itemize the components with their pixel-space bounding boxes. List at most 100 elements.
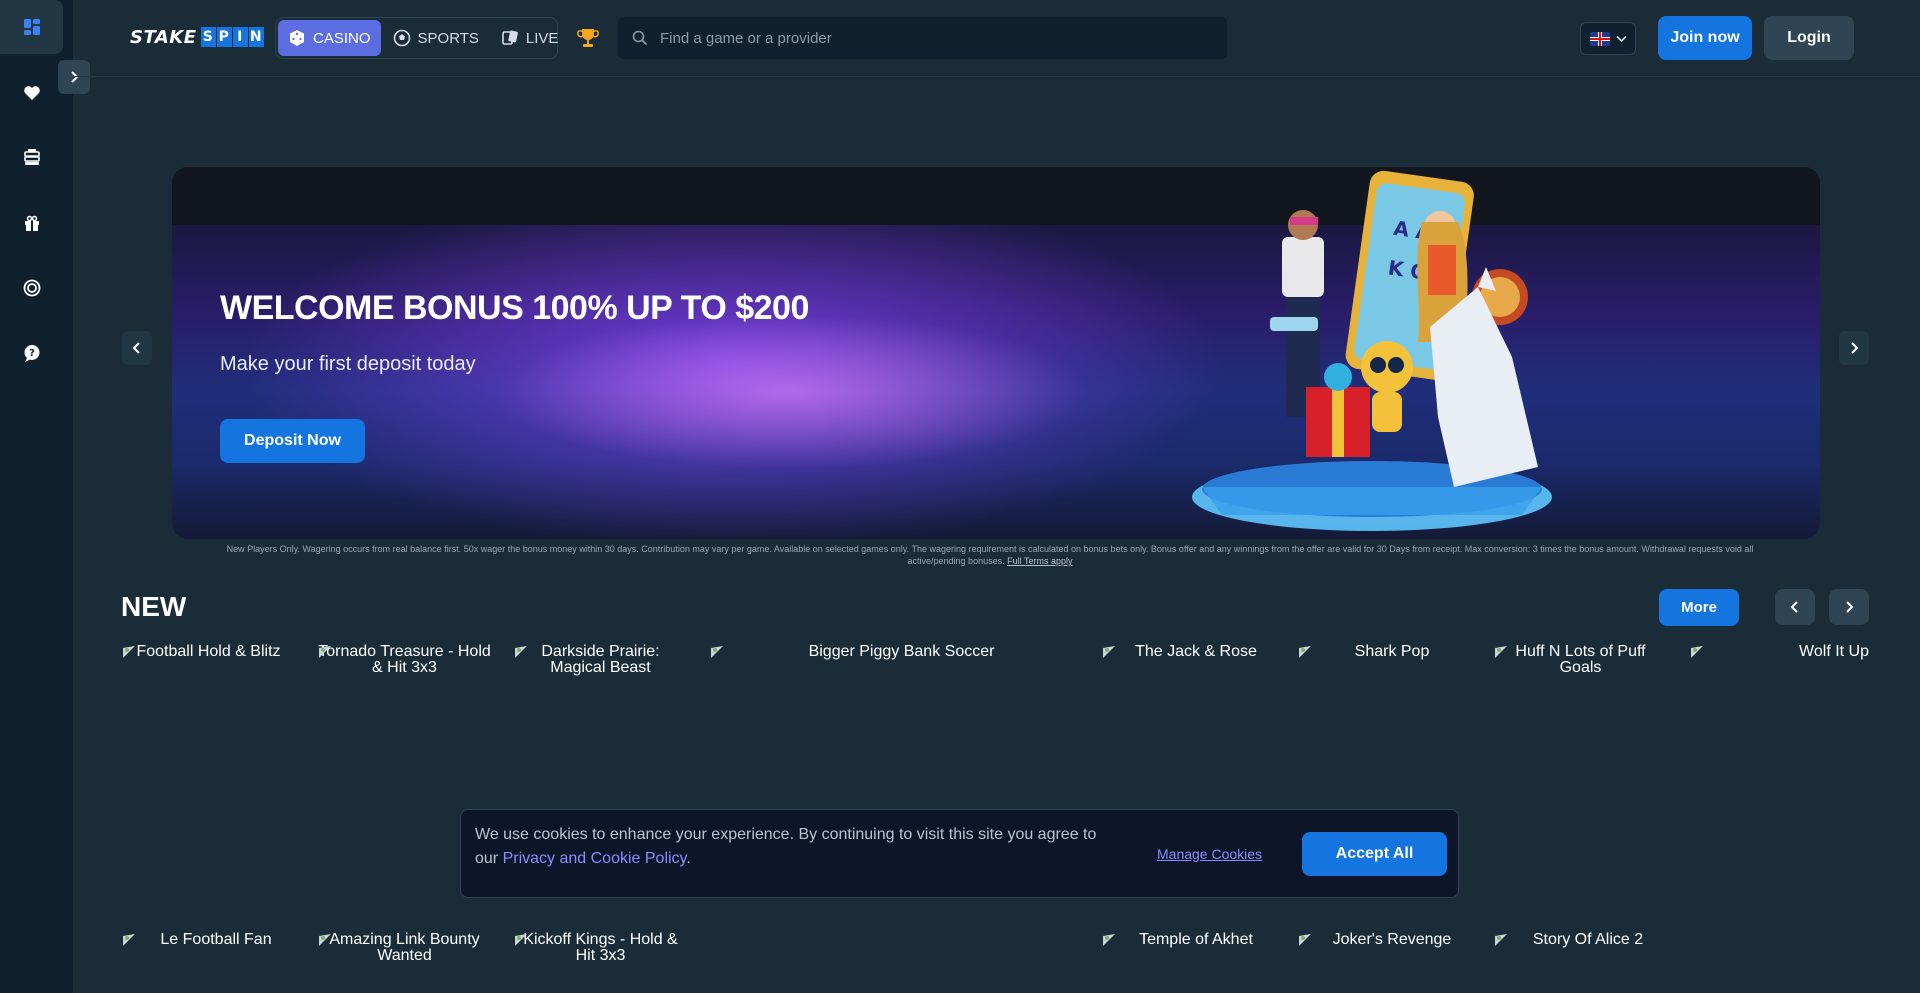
game-title: Bigger Piggy Bank Soccer xyxy=(808,643,995,660)
tab-casino-label: Casino xyxy=(313,29,371,47)
broken-image-icon xyxy=(319,646,331,658)
mode-switcher: Casino Sports Live xyxy=(275,17,558,59)
banner-subtitle: Make your first deposit today xyxy=(220,353,476,375)
broken-image-icon xyxy=(123,934,135,946)
casino-chips-icon xyxy=(23,149,40,165)
banner-prev-button[interactable] xyxy=(122,331,152,365)
game-tile[interactable]: Amazing Link Bounty Wanted xyxy=(317,932,492,964)
game-title: Football Hold & Blitz xyxy=(136,643,281,660)
dice-icon xyxy=(290,30,304,46)
broken-image-icon xyxy=(711,646,723,658)
chevron-right-icon xyxy=(1851,342,1859,354)
accept-all-button[interactable]: Accept All xyxy=(1302,832,1447,876)
cards-icon xyxy=(502,30,518,45)
broken-image-icon xyxy=(1495,646,1507,658)
cookie-banner: We use cookies to enhance your experienc… xyxy=(460,809,1459,898)
game-title: Story Of Alice 2 xyxy=(1532,931,1644,948)
game-title: Temple of Akhet xyxy=(1139,931,1253,948)
language-selector[interactable] xyxy=(1580,22,1636,55)
search-icon xyxy=(632,30,648,46)
heart-icon xyxy=(23,86,40,100)
broken-image-icon xyxy=(1495,934,1507,946)
more-button[interactable]: More xyxy=(1659,589,1739,626)
login-button[interactable]: Login xyxy=(1764,16,1854,60)
uk-flag-icon xyxy=(1589,31,1610,46)
tab-live-label: Live xyxy=(525,29,559,47)
target-icon xyxy=(23,279,40,297)
game-tile[interactable]: Huff N Lots of Puff Goals xyxy=(1493,644,1668,676)
broken-image-icon xyxy=(123,646,135,658)
stakespin-logo[interactable]: STAKE S P I N xyxy=(130,24,264,50)
sidebar-support[interactable]: ? xyxy=(0,326,63,380)
broken-image-icon xyxy=(1103,646,1115,658)
game-tile[interactable]: Le Football Fan xyxy=(121,932,311,948)
new-next-button[interactable] xyxy=(1829,589,1869,625)
game-tile[interactable]: Joker's Revenge xyxy=(1297,932,1487,948)
game-tile[interactable]: Story Of Alice 2 xyxy=(1493,932,1683,948)
broken-image-icon xyxy=(1299,646,1311,658)
search-bar[interactable]: Find a game or a provider xyxy=(618,17,1227,59)
chevron-down-icon xyxy=(1615,35,1627,42)
sidebar-promotions[interactable] xyxy=(0,196,63,250)
broken-image-icon xyxy=(319,934,331,946)
terms-text: New Players Only. Wagering occurs from r… xyxy=(226,544,1754,566)
logo-tile: N xyxy=(248,27,264,47)
game-tile[interactable]: Shark Pop xyxy=(1297,644,1487,660)
game-tile[interactable]: Temple of Akhet xyxy=(1101,932,1291,948)
promo-banner[interactable]: WELCOME BONUS 100% UP TO $200 Make your … xyxy=(172,167,1820,539)
broken-image-icon xyxy=(1103,934,1115,946)
tab-live[interactable]: Live xyxy=(491,20,569,56)
chevron-left-icon xyxy=(132,342,140,354)
top-header: STAKE S P I N Casino Sports Live Find a … xyxy=(73,0,1920,77)
game-title: Darkside Prairie: Magical Beast xyxy=(541,643,660,676)
game-tile[interactable]: Kickoff Kings - Hold & Hit 3x3 xyxy=(513,932,688,964)
manage-cookies-link[interactable]: Manage Cookies xyxy=(1157,846,1262,862)
game-title: Shark Pop xyxy=(1354,643,1430,660)
trophy-icon[interactable] xyxy=(576,26,600,50)
logo-tile: I xyxy=(232,27,248,47)
sidebar-casino[interactable] xyxy=(0,130,63,184)
game-tile[interactable]: Bigger Piggy Bank Soccer xyxy=(709,644,1094,660)
banner-illustration: A A K Q xyxy=(1192,170,1552,531)
soccer-ball-icon xyxy=(393,29,410,47)
game-tile[interactable]: Darkside Prairie: Magical Beast xyxy=(513,644,688,676)
game-tile[interactable]: Football Hold & Blitz xyxy=(121,644,296,660)
sidebar-favourites[interactable] xyxy=(0,66,63,120)
chevron-left-icon xyxy=(1790,601,1798,613)
game-tile[interactable]: The Jack & Rose xyxy=(1101,644,1291,660)
grid-icon xyxy=(23,19,40,35)
broken-image-icon xyxy=(515,934,527,946)
logo-text: STAKE xyxy=(130,26,197,48)
tab-sports[interactable]: Sports xyxy=(383,20,489,56)
sidebar-rewards[interactable] xyxy=(0,261,63,315)
banner-next-button[interactable] xyxy=(1839,331,1869,365)
svg-text:?: ? xyxy=(29,348,35,359)
sidebar: ? xyxy=(0,0,73,993)
chevron-right-icon xyxy=(1846,601,1854,613)
section-title-new: NEW xyxy=(121,591,187,622)
game-title: Wolf It Up xyxy=(1799,643,1869,660)
new-prev-button[interactable] xyxy=(1775,589,1815,625)
gift-icon xyxy=(24,215,39,231)
broken-image-icon xyxy=(1691,646,1703,658)
game-title: Tornado Treasure - Hold & Hit 3x3 xyxy=(318,643,491,676)
game-tile[interactable]: Wolf It Up xyxy=(1689,644,1869,660)
broken-image-icon xyxy=(515,646,527,658)
privacy-policy-link[interactable]: Privacy and Cookie Policy xyxy=(503,850,687,867)
game-tile[interactable]: Tornado Treasure - Hold & Hit 3x3 xyxy=(317,644,492,676)
game-title: Le Football Fan xyxy=(160,931,272,948)
game-title: Amazing Link Bounty Wanted xyxy=(329,931,480,964)
tab-sports-label: Sports xyxy=(417,29,479,47)
deposit-now-button[interactable]: Deposit Now xyxy=(220,419,365,463)
banner-terms: New Players Only. Wagering occurs from r… xyxy=(210,543,1770,567)
game-title: The Jack & Rose xyxy=(1135,643,1257,660)
cookie-message: We use cookies to enhance your experienc… xyxy=(475,823,1115,871)
sidebar-menu-button[interactable] xyxy=(0,0,63,54)
tab-casino[interactable]: Casino xyxy=(278,20,381,56)
join-now-button[interactable]: Join now xyxy=(1658,16,1752,60)
support-chat-icon: ? xyxy=(24,345,39,362)
banner-title: WELCOME BONUS 100% UP TO $200 xyxy=(220,289,809,327)
full-terms-link[interactable]: Full Terms apply xyxy=(1007,556,1072,566)
search-input[interactable]: Find a game or a provider xyxy=(660,30,832,47)
game-title: Joker's Revenge xyxy=(1332,931,1452,948)
